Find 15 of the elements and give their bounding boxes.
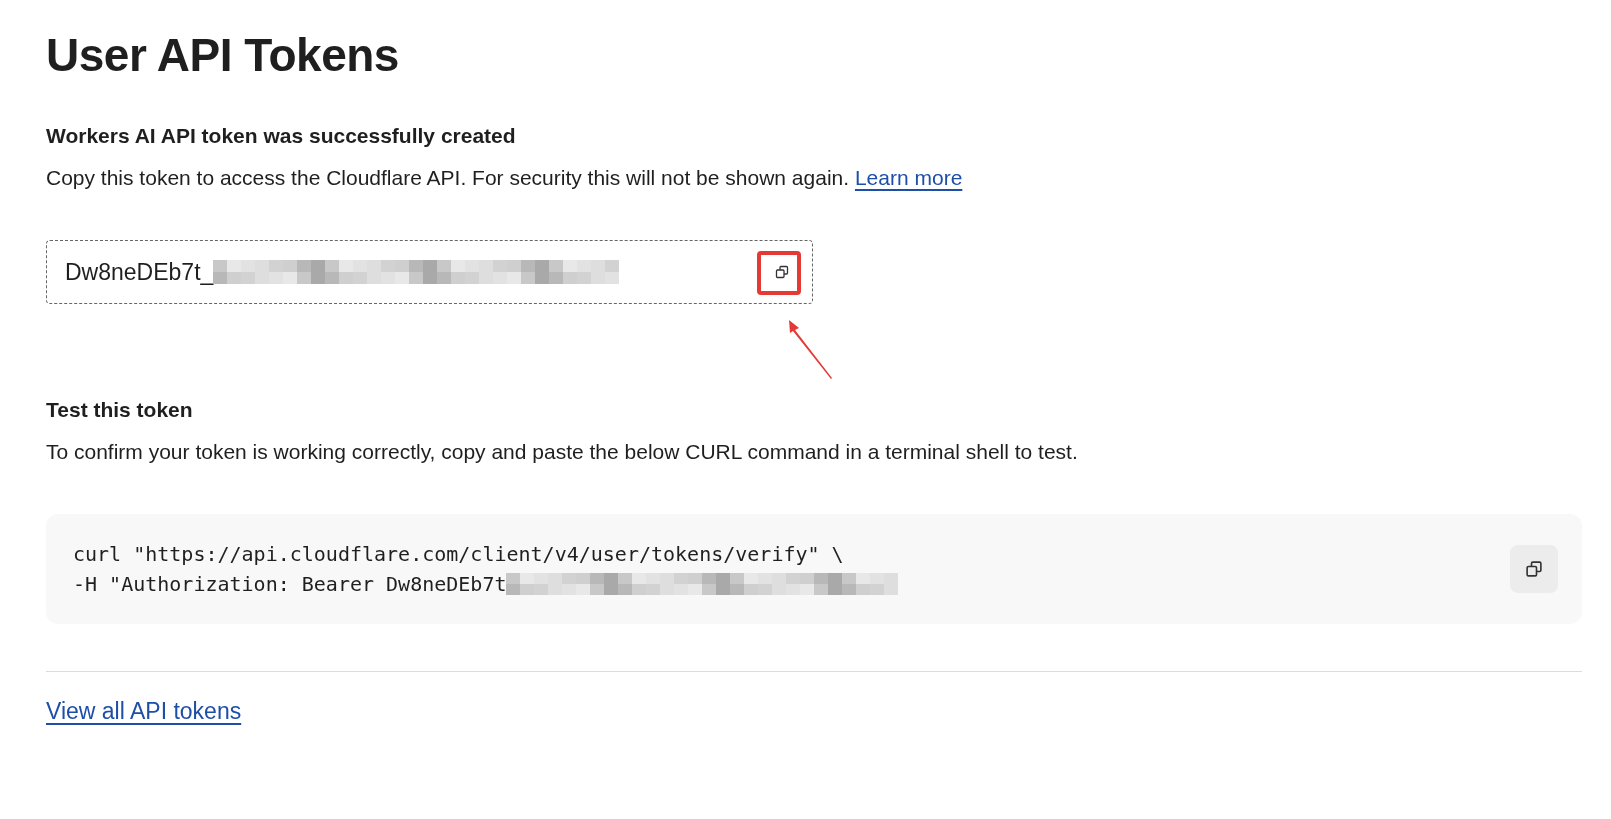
view-all-tokens-link[interactable]: View all API tokens bbox=[46, 698, 242, 725]
success-heading: Workers AI API token was successfully created bbox=[46, 124, 516, 148]
instruction-text: To confirm your token is working correctly, copy and paste the below CURL command in a terminal shell to test. bbox=[46, 440, 1078, 464]
token-value: Dw8neDEb7t_ bbox=[65, 258, 214, 286]
copy-icon bbox=[774, 264, 790, 280]
page-title: User API Tokens bbox=[46, 28, 399, 82]
code-line: -H "Authorization: Bearer Dw8neDEb7t bbox=[73, 572, 507, 596]
description-text: Copy this token to access the Cloudflare API. For security this will not be shown again. Learn more bbox=[46, 166, 963, 190]
token-field[interactable]: Dw8neDEb7t_ bbox=[46, 240, 813, 304]
copy-button[interactable] bbox=[1510, 545, 1558, 593]
code-line: curl "https://api.cloudflare.com/client/v4/user/tokens/verify" \ bbox=[73, 542, 844, 566]
highlight-box bbox=[757, 251, 801, 295]
learn-more-link[interactable]: Learn more bbox=[854, 166, 963, 189]
section-heading: Test this token bbox=[46, 398, 193, 422]
copy-icon bbox=[1524, 559, 1544, 579]
